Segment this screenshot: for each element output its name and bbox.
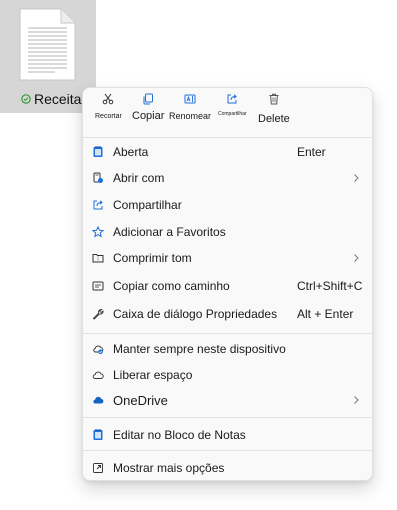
open-with-icon	[92, 172, 104, 184]
menu-divider	[83, 333, 372, 334]
chevron-right-icon	[354, 254, 359, 262]
menu-item-properties[interactable]: Caixa de diálogo Propriedades Alt + Ente…	[83, 301, 372, 327]
menu-item-onedrive[interactable]: OneDrive	[83, 387, 372, 413]
delete-button[interactable]: Delete	[258, 93, 290, 125]
context-menu-toolbar: Recortar Copiar Renomear Compartilhar De…	[83, 88, 372, 134]
text-document-icon	[19, 8, 76, 81]
menu-divider	[83, 417, 372, 418]
context-menu: Recortar Copiar Renomear Compartilhar De…	[82, 87, 373, 481]
chevron-right-icon	[354, 174, 359, 182]
cloud-keep-icon	[92, 343, 104, 355]
wrench-icon	[92, 308, 104, 320]
share-button[interactable]: Compartilhar	[218, 93, 247, 117]
scissors-icon	[103, 93, 114, 105]
copy-button[interactable]: Copiar	[132, 93, 164, 122]
star-icon	[92, 226, 104, 238]
rename-label: Renomear	[169, 111, 212, 121]
menu-item-label: Compartilhar	[113, 198, 182, 212]
menu-item-shortcut: Alt + Enter	[297, 307, 354, 321]
cut-button[interactable]: Recortar	[95, 93, 122, 120]
copy-icon	[143, 93, 154, 105]
zip-folder-icon	[92, 252, 104, 264]
menu-item-free-space[interactable]: Liberar espaço	[83, 362, 372, 388]
menu-item-show-more-options[interactable]: Mostrar mais opções	[83, 455, 372, 481]
menu-item-label: Mostrar mais opções	[113, 461, 225, 475]
menu-item-label: Aberta	[113, 145, 149, 159]
synced-check-icon	[21, 94, 31, 104]
menu-item-shortcut: Ctrl+Shift+C	[297, 279, 363, 293]
notepad-icon	[92, 429, 104, 441]
menu-item-label: Caixa de diálogo Propriedades	[113, 307, 278, 321]
menu-item-label: Liberar espaço	[113, 368, 193, 382]
menu-item-open-with[interactable]: Abrir com	[83, 165, 372, 191]
rename-icon	[184, 94, 196, 104]
notepad-icon	[92, 146, 104, 158]
onedrive-cloud-icon	[92, 394, 104, 406]
cloud-outline-icon	[92, 369, 104, 381]
file-name-text: Receita	[34, 91, 82, 107]
rename-button[interactable]: Renomear	[169, 93, 211, 121]
desktop: Receita Recortar Copiar Renomear Compart…	[0, 0, 397, 510]
menu-divider	[83, 450, 372, 451]
share-icon	[92, 199, 104, 211]
menu-divider	[83, 137, 372, 138]
more-options-icon	[92, 462, 104, 474]
file-name: Receita	[21, 91, 81, 107]
menu-item-open[interactable]: Aberta Enter	[83, 139, 372, 165]
share-icon	[227, 94, 238, 104]
menu-item-label: Copiar como caminho	[113, 279, 230, 293]
menu-item-copy-as-path[interactable]: Copiar como caminho Ctrl+Shift+C	[83, 273, 372, 299]
menu-item-compress[interactable]: Comprimir tom	[83, 245, 372, 271]
chevron-right-icon	[354, 396, 359, 404]
menu-item-add-favorites[interactable]: Adicionar a Favoritos	[83, 219, 372, 245]
delete-label: Delete	[258, 113, 290, 125]
menu-item-share[interactable]: Compartilhar	[83, 192, 372, 218]
menu-item-label: Editar no Bloco de Notas	[113, 428, 246, 442]
menu-item-label: Adicionar a Favoritos	[113, 225, 226, 239]
menu-item-shortcut: Enter	[297, 145, 326, 159]
menu-item-label: OneDrive	[113, 392, 168, 408]
menu-item-label: Comprimir tom	[113, 251, 192, 265]
copy-label: Copiar	[132, 110, 165, 122]
menu-item-label: Manter sempre neste dispositivo	[113, 342, 286, 356]
cut-label: Recortar	[95, 113, 122, 120]
menu-item-label: Abrir com	[113, 171, 165, 185]
menu-item-keep-on-device[interactable]: Manter sempre neste dispositivo	[83, 336, 372, 362]
menu-item-edit-notepad[interactable]: Editar no Bloco de Notas	[83, 422, 372, 448]
copy-path-icon	[92, 280, 104, 292]
share-label: Compartilhar	[218, 111, 247, 117]
trash-icon	[269, 93, 279, 105]
